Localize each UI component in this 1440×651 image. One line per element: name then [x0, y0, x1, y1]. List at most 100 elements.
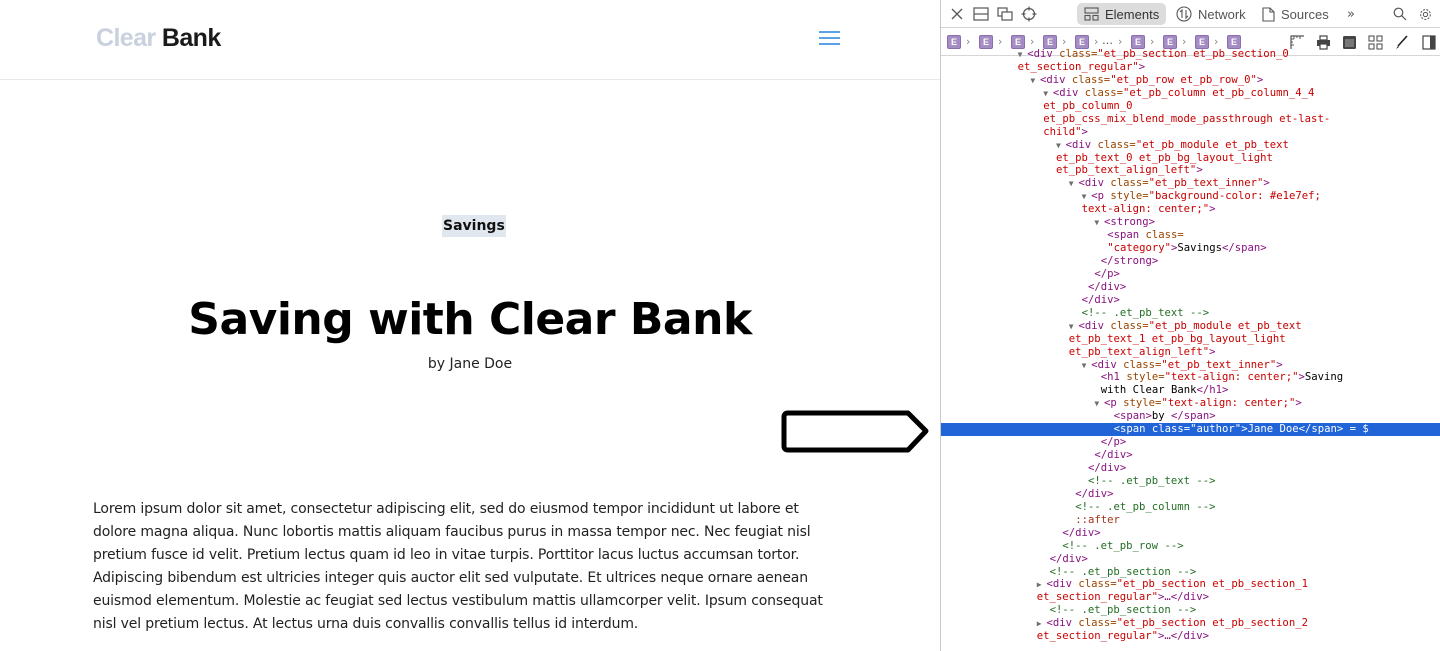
dom-node-line[interactable]: ::after — [941, 514, 1440, 527]
breadcrumb-element[interactable]: E — [979, 35, 993, 49]
hamburger-menu-icon[interactable] — [819, 30, 840, 46]
arrow-outline — [781, 410, 929, 453]
dom-node-line[interactable]: et_pb_css_mix_blend_mode_passthrough et-… — [941, 113, 1440, 126]
dom-node-line[interactable]: <!-- .et_pb_section --> — [941, 566, 1440, 579]
tab-sources[interactable]: Sources — [1255, 3, 1336, 25]
dom-node-line[interactable]: <!-- .et_pb_row --> — [941, 540, 1440, 553]
dock-bottom-icon[interactable] — [973, 6, 989, 22]
element-picker-icon[interactable] — [1021, 6, 1037, 22]
undock-icon[interactable] — [997, 6, 1013, 22]
dom-token: <p — [1104, 397, 1124, 410]
dom-node-line[interactable]: </div> — [941, 449, 1440, 462]
disclosure-triangle-icon[interactable]: ▶ — [1037, 580, 1047, 589]
breadcrumb-ellipsis[interactable]: … — [1102, 34, 1113, 47]
breadcrumb-separator: › — [1062, 35, 1067, 48]
dom-node-line[interactable]: child"> — [941, 126, 1440, 139]
dom-token: with Clear Bank — [1100, 384, 1197, 397]
dom-node-line[interactable]: </p> — [941, 268, 1440, 281]
dom-node-line[interactable]: <!-- .et_pb_text --> — [941, 307, 1440, 320]
more-tabs-icon[interactable]: » — [1343, 6, 1359, 22]
breadcrumb-element[interactable]: E — [1195, 35, 1209, 49]
dom-node-line[interactable]: </strong> — [941, 255, 1440, 268]
dom-token: </p> — [1094, 267, 1120, 280]
dom-token: </div> — [1088, 462, 1127, 474]
breadcrumb-element[interactable]: E — [1043, 35, 1057, 49]
tab-elements[interactable]: Elements — [1077, 3, 1167, 25]
dom-node-line[interactable]: <!-- .et_pb_section --> — [941, 604, 1440, 617]
disclosure-triangle-icon[interactable]: ▼ — [1069, 179, 1079, 188]
dom-node-line[interactable]: <h1 style="text-align: center;">Saving — [941, 371, 1440, 384]
dom-node-line[interactable]: et_pb_text_align_left"> — [941, 346, 1440, 359]
breadcrumb-element[interactable]: E — [1163, 35, 1177, 49]
dom-node-line[interactable]: et_pb_column_0 — [941, 100, 1440, 113]
dom-node-line[interactable]: et_pb_text_0 et_pb_bg_layout_light — [941, 152, 1440, 165]
dom-token: et_section_regular" — [1036, 591, 1158, 604]
dom-node-line[interactable]: ▼ <div class="et_pb_row et_pb_row_0"> — [941, 74, 1440, 87]
dom-token: class= — [1123, 358, 1162, 371]
dom-node-line[interactable]: </div> — [941, 553, 1440, 566]
breadcrumb-element[interactable]: E — [1131, 35, 1145, 49]
dom-token: > — [1256, 73, 1264, 86]
tab-network[interactable]: Network — [1169, 3, 1253, 25]
dom-token: <!-- .et_pb_text --> — [1088, 474, 1216, 487]
breadcrumb-separator: › — [1118, 35, 1123, 48]
breadcrumb-element[interactable]: E — [947, 35, 961, 49]
dom-node-line[interactable]: ▼ <p style="background-color: #e1e7ef; — [941, 190, 1440, 203]
disclosure-triangle-icon[interactable]: ▼ — [1082, 192, 1092, 201]
dom-node-line[interactable]: </p> — [941, 436, 1440, 449]
dom-token: "et_pb_module et_pb_text — [1135, 138, 1289, 151]
dom-node-line[interactable]: ▼ <div class="et_pb_section et_pb_sectio… — [941, 48, 1440, 61]
dom-token: et_pb_text_align_left" — [1056, 164, 1197, 177]
close-icon[interactable] — [949, 6, 965, 22]
dom-node-line[interactable]: ▼ <div class="et_pb_text_inner"> — [941, 359, 1440, 372]
dom-node-line[interactable]: "category">Savings</span> — [941, 242, 1440, 255]
dom-node-line[interactable]: ▼ <strong> — [941, 216, 1440, 229]
dom-node-line[interactable]: <span class= — [941, 229, 1440, 242]
dom-token: "background-color: #e1e7ef; — [1148, 190, 1321, 203]
dom-node-line[interactable]: et_pb_text_1 et_pb_bg_layout_light — [941, 333, 1440, 346]
article-byline: by Jane Doe — [427, 356, 513, 372]
dom-node-line[interactable]: ▼ <div class="et_pb_column et_pb_column_… — [941, 87, 1440, 100]
dom-node-line[interactable]: ▼ <p style="text-align: center;"> — [941, 397, 1440, 410]
dom-node-line[interactable]: <!-- .et_pb_column --> — [941, 501, 1440, 514]
settings-gear-icon[interactable] — [1417, 6, 1433, 22]
dom-node-line[interactable]: ▶ <div class="et_pb_section et_pb_sectio… — [941, 617, 1440, 630]
dom-node-line[interactable]: </div> — [941, 281, 1440, 294]
disclosure-triangle-icon[interactable]: ▼ — [1030, 76, 1040, 85]
dom-node-line[interactable]: </div> — [941, 462, 1440, 475]
breadcrumb-element[interactable]: E — [1075, 35, 1089, 49]
disclosure-triangle-icon[interactable]: ▼ — [1018, 50, 1028, 59]
disclosure-triangle-icon[interactable]: ▼ — [1056, 141, 1066, 150]
dom-node-line[interactable]: et_section_regular">…</div> — [941, 591, 1440, 604]
dom-node-line[interactable]: et_section_regular"> — [941, 61, 1440, 74]
dom-token: et_pb_css_mix_blend_mode_passthrough et-… — [1043, 112, 1331, 125]
dom-node-line[interactable]: et_pb_text_align_left"> — [941, 164, 1440, 177]
dom-node-line[interactable]: <span>by </span> — [941, 410, 1440, 423]
dom-token: style= — [1110, 190, 1149, 203]
disclosure-triangle-icon[interactable]: ▼ — [1094, 399, 1104, 408]
dom-node-line[interactable]: ▶ <div class="et_pb_section et_pb_sectio… — [941, 578, 1440, 591]
disclosure-triangle-icon[interactable]: ▼ — [1043, 89, 1053, 98]
dom-token: </div> — [1088, 280, 1127, 293]
dom-node-line[interactable]: </div> — [941, 488, 1440, 501]
dom-node-selected[interactable]: <span class="author">Jane Doe</span> = $ — [941, 423, 1440, 437]
dom-node-line[interactable]: with Clear Bank</h1> — [941, 384, 1440, 397]
disclosure-triangle-icon[interactable]: ▶ — [1037, 619, 1047, 628]
dom-node-line[interactable]: <!-- .et_pb_text --> — [941, 475, 1440, 488]
dom-node-line[interactable]: text-align: center;"> — [941, 203, 1440, 216]
breadcrumb-element[interactable]: E — [1011, 35, 1025, 49]
clear-bank-logo[interactable]: Clear Bank — [96, 24, 221, 53]
elements-icon — [1084, 7, 1099, 21]
dom-node-line[interactable]: </div> — [941, 527, 1440, 540]
dom-node-line[interactable]: ▼ <div class="et_pb_module et_pb_text — [941, 139, 1440, 152]
dom-node-line[interactable]: ▼ <div class="et_pb_module et_pb_text — [941, 320, 1440, 333]
dom-node-line[interactable]: et_section_regular">…</div> — [941, 630, 1440, 643]
dom-node-line[interactable]: ▼ <div class="et_pb_text_inner"> — [941, 177, 1440, 190]
dom-node-line[interactable]: </div> — [941, 294, 1440, 307]
article-body: Lorem ipsum dolor sit amet, consectetur … — [93, 501, 823, 632]
disclosure-triangle-icon[interactable]: ▼ — [1082, 361, 1092, 370]
disclosure-triangle-icon[interactable]: ▼ — [1094, 218, 1104, 227]
search-icon[interactable] — [1392, 6, 1408, 22]
breadcrumb-element[interactable]: E — [1227, 35, 1241, 49]
disclosure-triangle-icon[interactable]: ▼ — [1069, 322, 1079, 331]
